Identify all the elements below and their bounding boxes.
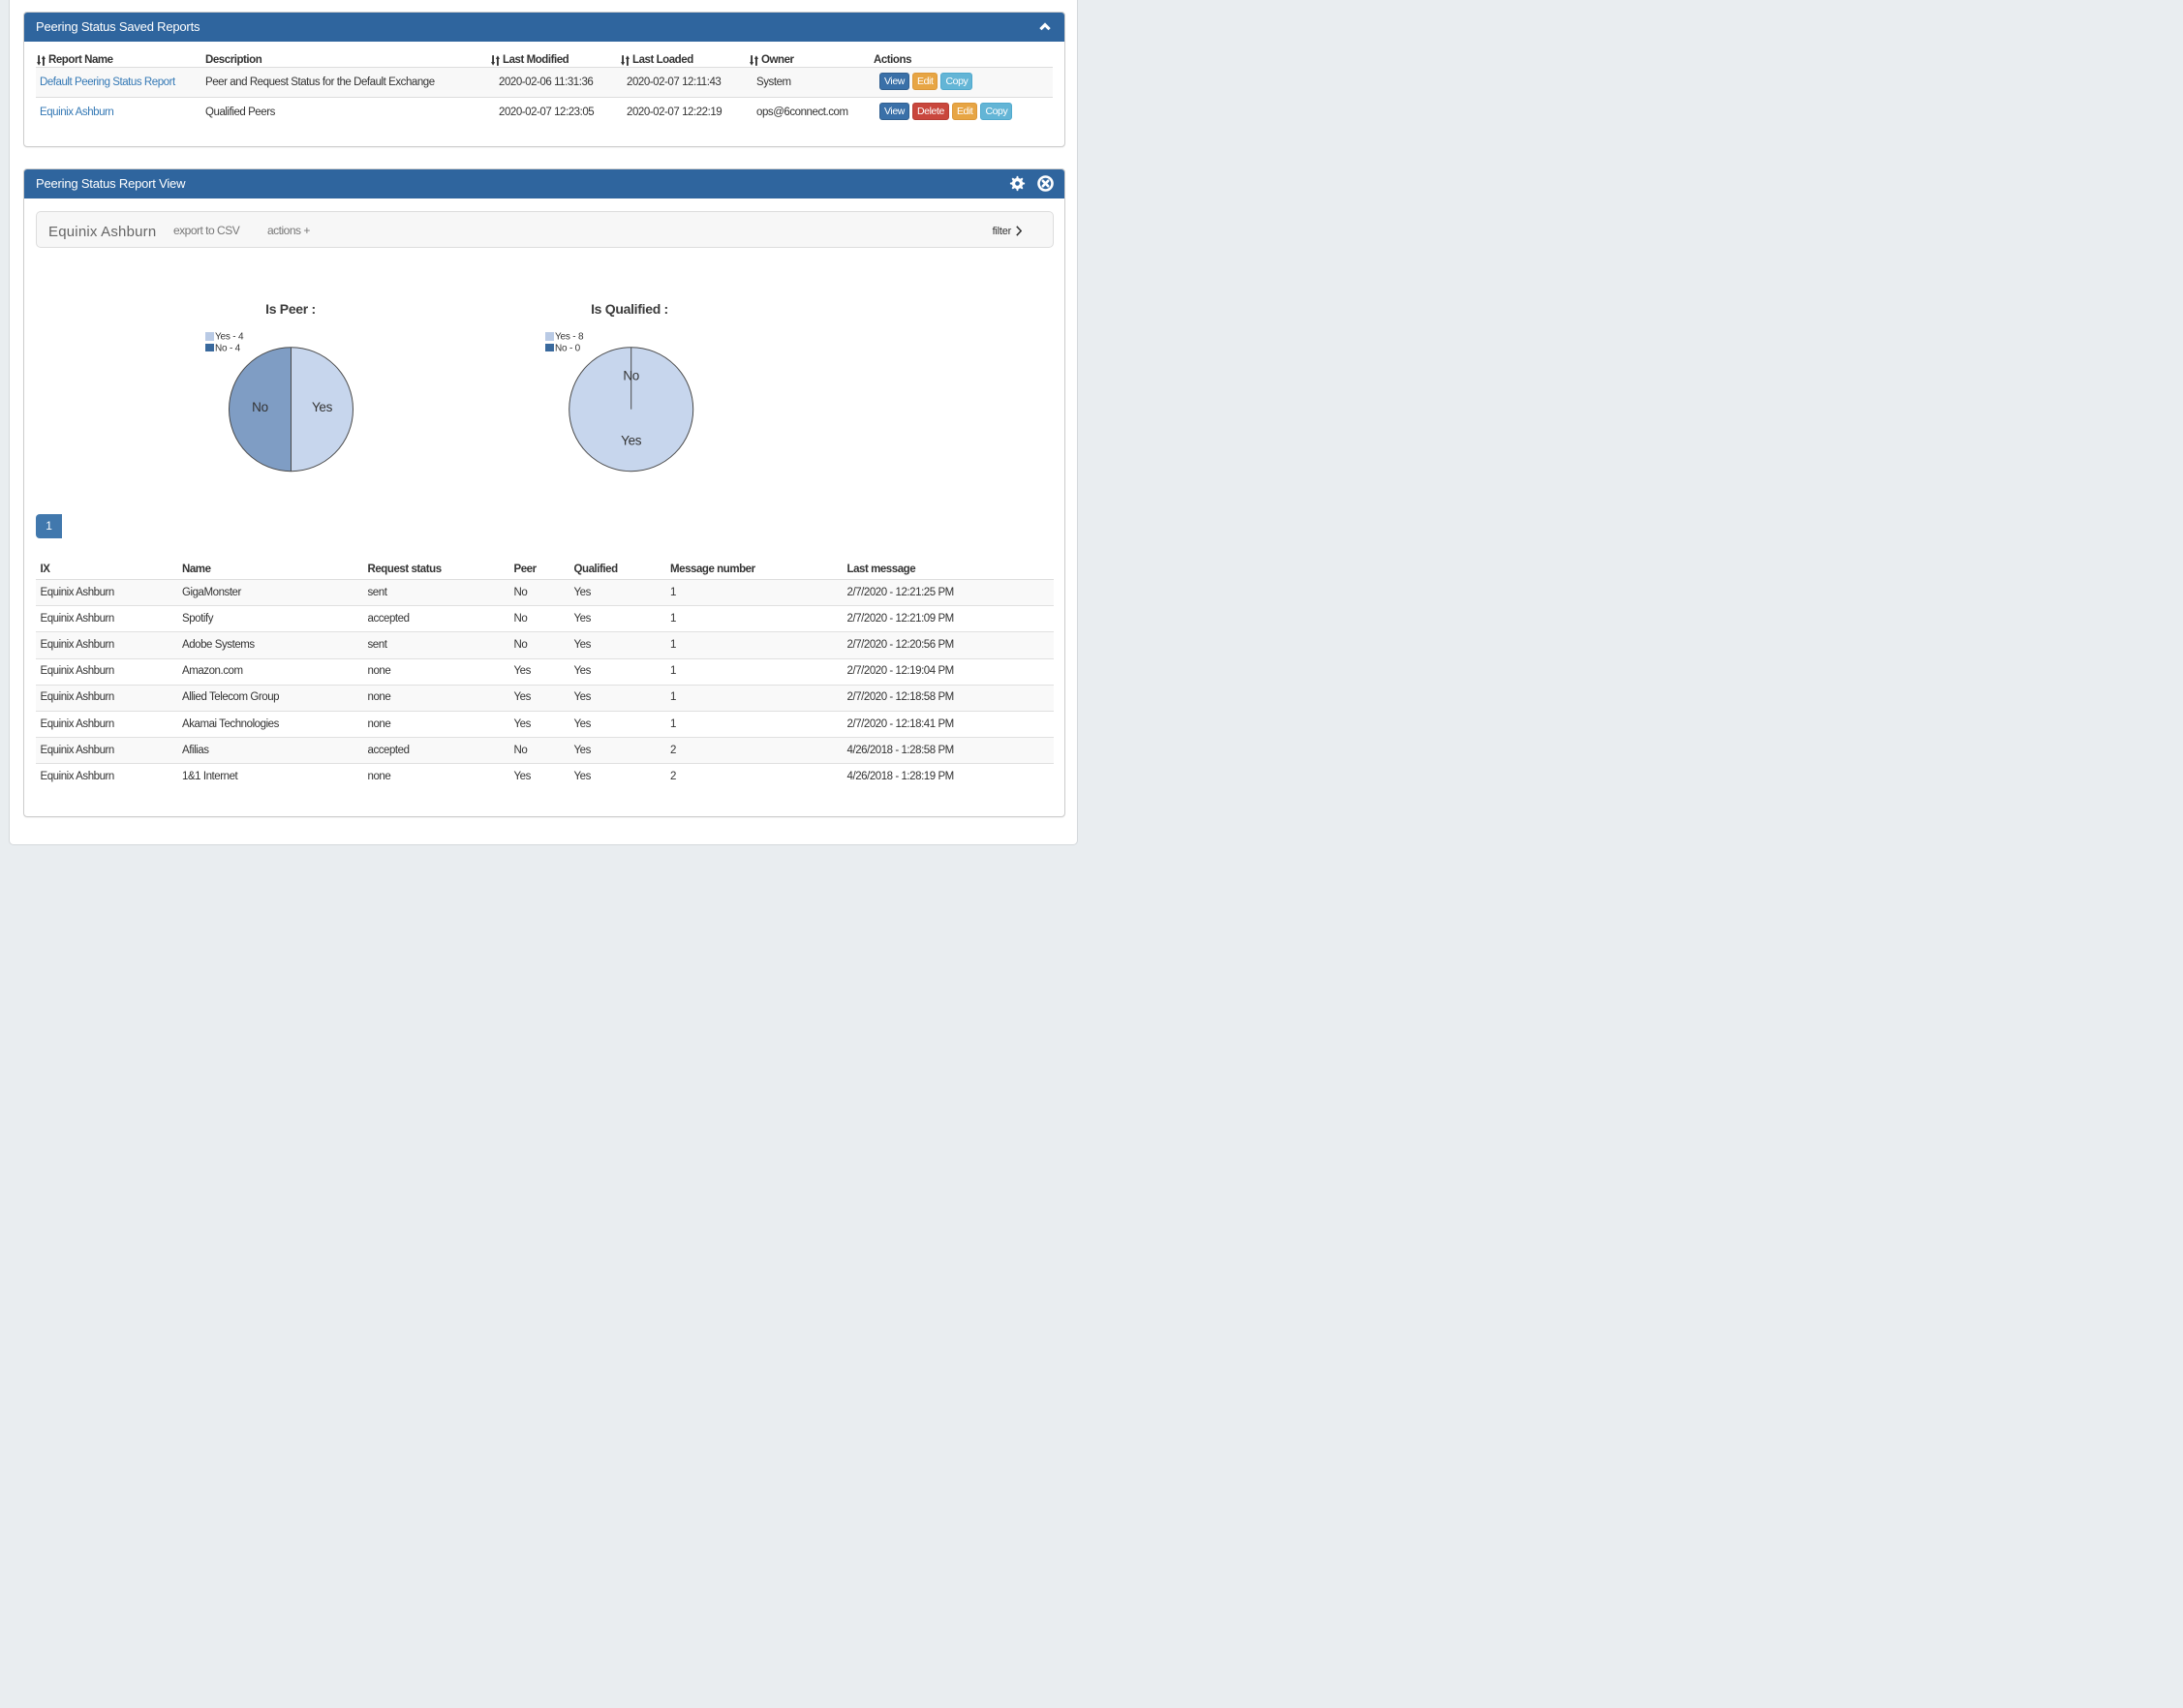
svg-text:No: No	[623, 368, 639, 382]
svg-text:Yes: Yes	[621, 434, 642, 448]
svg-text:No: No	[252, 400, 268, 414]
svg-text:Yes: Yes	[312, 400, 333, 414]
